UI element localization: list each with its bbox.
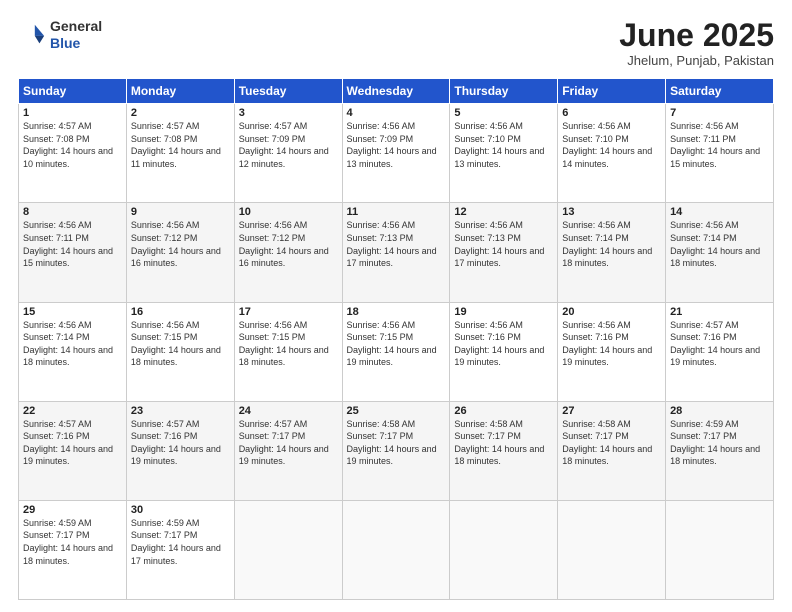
month-title: June 2025 (619, 18, 774, 53)
day-9: 9 Sunrise: 4:56 AMSunset: 7:12 PMDayligh… (126, 203, 234, 302)
logo-blue: Blue (50, 35, 102, 52)
day-22: 22 Sunrise: 4:57 AMSunset: 7:16 PMDaylig… (19, 401, 127, 500)
day-2: 2 Sunrise: 4:57 AMSunset: 7:08 PMDayligh… (126, 104, 234, 203)
day-26: 26 Sunrise: 4:58 AMSunset: 7:17 PMDaylig… (450, 401, 558, 500)
day-13: 13 Sunrise: 4:56 AMSunset: 7:14 PMDaylig… (558, 203, 666, 302)
day-16: 16 Sunrise: 4:56 AMSunset: 7:15 PMDaylig… (126, 302, 234, 401)
table-row: 1 Sunrise: 4:57 AMSunset: 7:08 PMDayligh… (19, 104, 774, 203)
table-row: 22 Sunrise: 4:57 AMSunset: 7:16 PMDaylig… (19, 401, 774, 500)
day-4: 4 Sunrise: 4:56 AMSunset: 7:09 PMDayligh… (342, 104, 450, 203)
empty-cell (666, 500, 774, 599)
day-3: 3 Sunrise: 4:57 AMSunset: 7:09 PMDayligh… (234, 104, 342, 203)
table-row: 8 Sunrise: 4:56 AMSunset: 7:11 PMDayligh… (19, 203, 774, 302)
day-18: 18 Sunrise: 4:56 AMSunset: 7:15 PMDaylig… (342, 302, 450, 401)
day-30: 30 Sunrise: 4:59 AMSunset: 7:17 PMDaylig… (126, 500, 234, 599)
header: General Blue June 2025 Jhelum, Punjab, P… (18, 18, 774, 68)
day-20: 20 Sunrise: 4:56 AMSunset: 7:16 PMDaylig… (558, 302, 666, 401)
day-12: 12 Sunrise: 4:56 AMSunset: 7:13 PMDaylig… (450, 203, 558, 302)
table-row: 15 Sunrise: 4:56 AMSunset: 7:14 PMDaylig… (19, 302, 774, 401)
day-5: 5 Sunrise: 4:56 AMSunset: 7:10 PMDayligh… (450, 104, 558, 203)
logo: General Blue (18, 18, 102, 52)
location: Jhelum, Punjab, Pakistan (619, 53, 774, 68)
day-28: 28 Sunrise: 4:59 AMSunset: 7:17 PMDaylig… (666, 401, 774, 500)
day-21: 21 Sunrise: 4:57 AMSunset: 7:16 PMDaylig… (666, 302, 774, 401)
day-6: 6 Sunrise: 4:56 AMSunset: 7:10 PMDayligh… (558, 104, 666, 203)
day-14: 14 Sunrise: 4:56 AMSunset: 7:14 PMDaylig… (666, 203, 774, 302)
col-tuesday: Tuesday (234, 79, 342, 104)
page: General Blue June 2025 Jhelum, Punjab, P… (0, 0, 792, 612)
calendar-body: 1 Sunrise: 4:57 AMSunset: 7:08 PMDayligh… (19, 104, 774, 600)
day-7: 7 Sunrise: 4:56 AMSunset: 7:11 PMDayligh… (666, 104, 774, 203)
day-10: 10 Sunrise: 4:56 AMSunset: 7:12 PMDaylig… (234, 203, 342, 302)
empty-cell (342, 500, 450, 599)
day-17: 17 Sunrise: 4:56 AMSunset: 7:15 PMDaylig… (234, 302, 342, 401)
day-15: 15 Sunrise: 4:56 AMSunset: 7:14 PMDaylig… (19, 302, 127, 401)
day-23: 23 Sunrise: 4:57 AMSunset: 7:16 PMDaylig… (126, 401, 234, 500)
day-11: 11 Sunrise: 4:56 AMSunset: 7:13 PMDaylig… (342, 203, 450, 302)
col-friday: Friday (558, 79, 666, 104)
table-row: 29 Sunrise: 4:59 AMSunset: 7:17 PMDaylig… (19, 500, 774, 599)
empty-cell (234, 500, 342, 599)
title-block: June 2025 Jhelum, Punjab, Pakistan (619, 18, 774, 68)
day-1: 1 Sunrise: 4:57 AMSunset: 7:08 PMDayligh… (19, 104, 127, 203)
day-27: 27 Sunrise: 4:58 AMSunset: 7:17 PMDaylig… (558, 401, 666, 500)
logo-text: General Blue (50, 18, 102, 52)
empty-cell (558, 500, 666, 599)
calendar: Sunday Monday Tuesday Wednesday Thursday… (18, 78, 774, 600)
day-19: 19 Sunrise: 4:56 AMSunset: 7:16 PMDaylig… (450, 302, 558, 401)
logo-general: General (50, 18, 102, 35)
day-25: 25 Sunrise: 4:58 AMSunset: 7:17 PMDaylig… (342, 401, 450, 500)
col-thursday: Thursday (450, 79, 558, 104)
logo-icon (18, 21, 46, 49)
col-monday: Monday (126, 79, 234, 104)
empty-cell (450, 500, 558, 599)
day-24: 24 Sunrise: 4:57 AMSunset: 7:17 PMDaylig… (234, 401, 342, 500)
col-wednesday: Wednesday (342, 79, 450, 104)
day-8: 8 Sunrise: 4:56 AMSunset: 7:11 PMDayligh… (19, 203, 127, 302)
col-saturday: Saturday (666, 79, 774, 104)
calendar-header: Sunday Monday Tuesday Wednesday Thursday… (19, 79, 774, 104)
col-sunday: Sunday (19, 79, 127, 104)
day-29: 29 Sunrise: 4:59 AMSunset: 7:17 PMDaylig… (19, 500, 127, 599)
